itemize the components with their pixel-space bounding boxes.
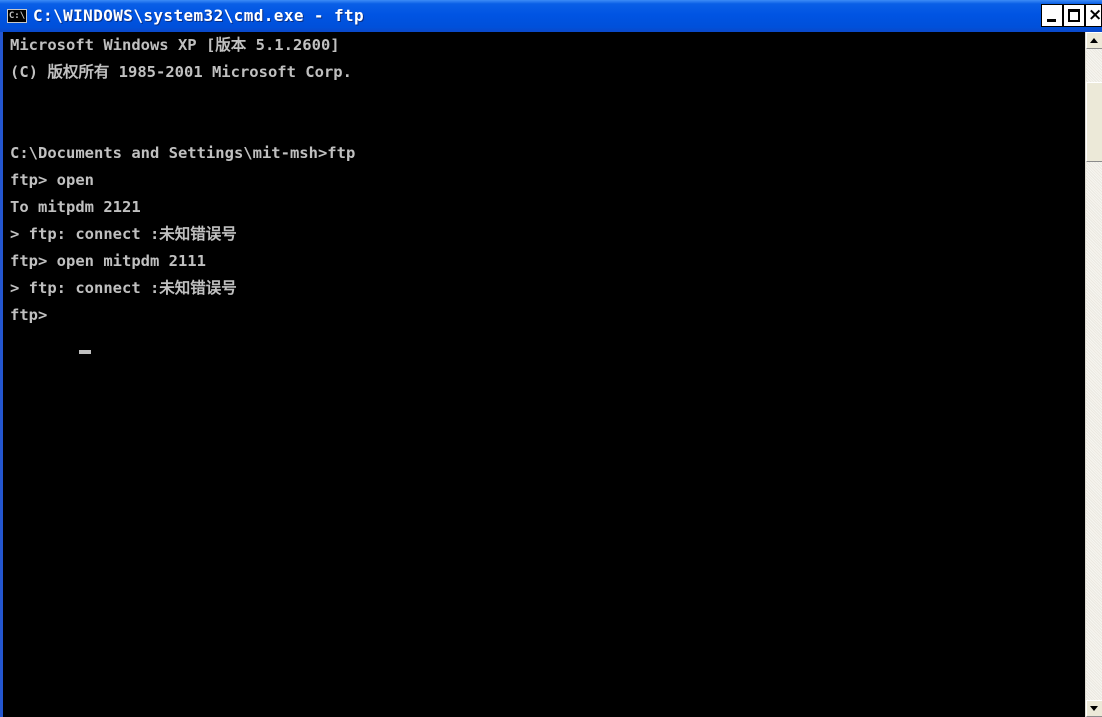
console-line: ftp> open: [10, 171, 94, 189]
text-cursor: [79, 350, 91, 354]
console-line: > ftp: connect :未知错误号: [10, 279, 237, 297]
close-button[interactable]: ×: [1085, 4, 1102, 27]
window-title: C:\WINDOWS\system32\cmd.exe - ftp: [33, 6, 365, 25]
minimize-icon: [1047, 19, 1056, 22]
console-line: C:\Documents and Settings\mit-msh>ftp: [10, 144, 356, 162]
console-line: (C) 版权所有 1985-2001 Microsoft Corp.: [10, 63, 352, 81]
console-output[interactable]: Microsoft Windows XP [版本 5.1.2600] (C) 版…: [0, 32, 1085, 717]
maximize-button[interactable]: [1063, 4, 1085, 27]
console-line: Microsoft Windows XP [版本 5.1.2600]: [10, 36, 340, 54]
scroll-thumb[interactable]: [1086, 82, 1102, 162]
cmd-icon[interactable]: C:\: [7, 9, 27, 23]
console-line: > ftp: connect :未知错误号: [10, 225, 237, 243]
console-prompt[interactable]: ftp>: [10, 302, 57, 329]
console-line: ftp> open mitpdm 2111: [10, 252, 206, 270]
console-line: To mitpdm 2121: [10, 198, 141, 216]
arrow-up-icon: [1090, 38, 1098, 43]
scroll-up-button[interactable]: [1086, 32, 1102, 49]
scroll-down-button[interactable]: [1086, 700, 1102, 717]
close-icon: ×: [1088, 5, 1102, 25]
minimize-button[interactable]: [1041, 4, 1063, 27]
title-bar[interactable]: C:\ C:\WINDOWS\system32\cmd.exe - ftp ×: [0, 0, 1102, 32]
maximize-icon: [1068, 9, 1080, 22]
arrow-down-icon: [1090, 706, 1098, 711]
vertical-scrollbar[interactable]: [1085, 32, 1102, 717]
